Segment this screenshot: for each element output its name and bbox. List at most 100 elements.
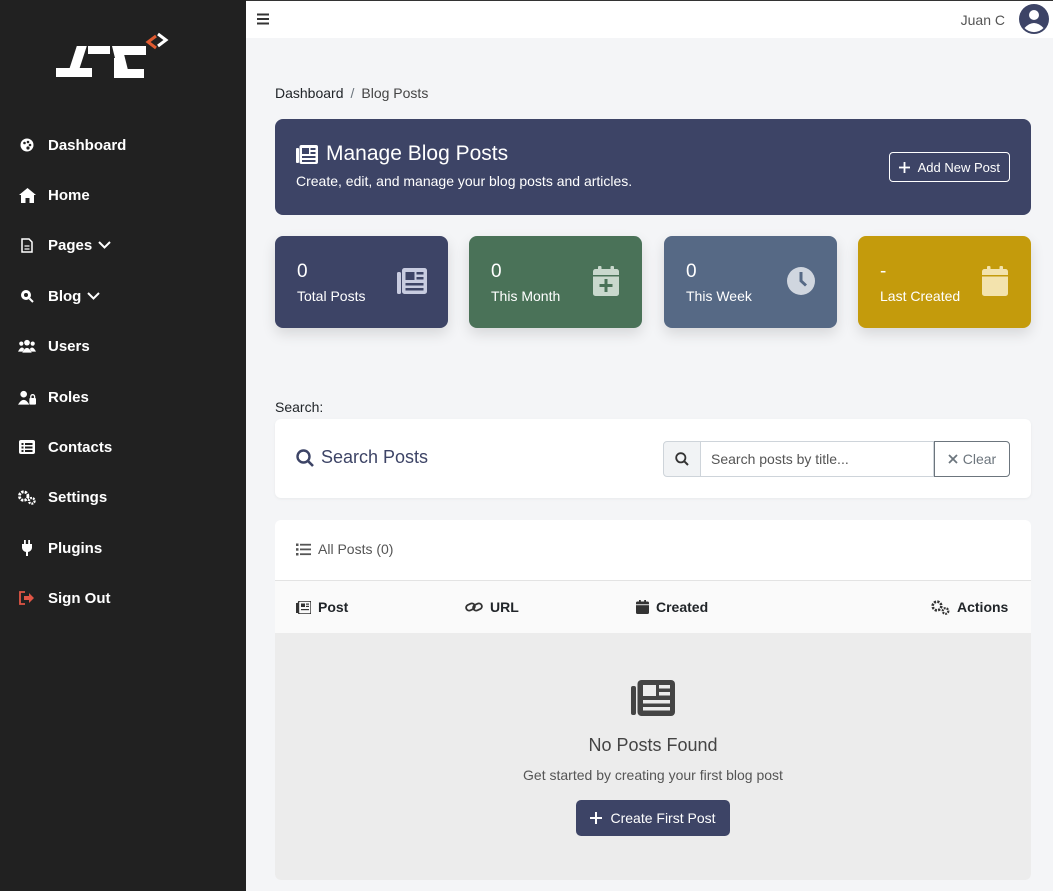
stat-value: 0	[491, 261, 502, 282]
column-header-created[interactable]: Created	[636, 599, 708, 615]
stat-label: Last Created	[880, 288, 961, 304]
sidebar-item-settings[interactable]: Settings	[0, 477, 246, 517]
search-input-group: Clear	[663, 441, 1010, 477]
sidebar: Dashboard Home Pages Blog Users Roles Co…	[0, 0, 246, 891]
posts-count-text: All Posts (0)	[318, 541, 394, 557]
user-avatar-icon[interactable]	[1019, 4, 1049, 34]
create-first-post-label: Create First Post	[610, 810, 716, 826]
search-title-text: Search Posts	[321, 447, 429, 467]
gears-icon	[18, 489, 36, 505]
column-header-label: Post	[318, 599, 349, 615]
column-header-post[interactable]: Post	[296, 599, 348, 615]
empty-state-subtitle: Get started by creating your first blog …	[523, 767, 783, 783]
sidebar-item-label: Contacts	[48, 438, 113, 456]
posts-card-header: All Posts (0)	[275, 520, 1031, 581]
sidebar-item-pages[interactable]: Pages	[0, 225, 246, 265]
users-icon	[18, 338, 36, 354]
newspaper-icon	[397, 268, 427, 294]
search-icon	[663, 441, 701, 477]
sidebar-item-dashboard[interactable]: Dashboard	[0, 125, 246, 165]
clear-search-button[interactable]: Clear	[934, 441, 1010, 477]
sidebar-item-label: Sign Out	[48, 589, 111, 607]
list-icon	[296, 543, 311, 555]
plus-icon	[898, 161, 910, 173]
page-header-card: Manage Blog Posts Create, edit, and mana…	[275, 119, 1031, 215]
column-header-label: Created	[656, 599, 709, 615]
sidebar-item-sign-out[interactable]: Sign Out	[0, 578, 246, 618]
posts-card: All Posts (0) Post URL Created Actions N…	[275, 520, 1031, 880]
search-input[interactable]	[701, 441, 934, 477]
stat-card-this-week: 0 This Week	[664, 236, 837, 328]
sign-out-icon	[18, 590, 36, 606]
sidebar-item-label: Dashboard	[48, 136, 127, 154]
clock-icon	[787, 267, 815, 295]
close-icon	[948, 454, 958, 464]
link-icon	[465, 602, 483, 612]
hamburger-menu-icon[interactable]	[256, 12, 270, 26]
sidebar-item-contacts[interactable]: Contacts	[0, 427, 246, 467]
sidebar-item-users[interactable]: Users	[0, 326, 246, 366]
logo	[56, 32, 169, 78]
page-title: Manage Blog Posts	[296, 142, 508, 166]
list-icon	[18, 439, 36, 455]
stat-value: 0	[297, 261, 308, 282]
stat-card-last-created: - Last Created	[858, 236, 1031, 328]
column-header-label: Actions	[957, 599, 1009, 615]
blog-icon	[18, 288, 36, 304]
sidebar-item-blog[interactable]: Blog	[0, 276, 246, 316]
column-header-url[interactable]: URL	[465, 599, 519, 615]
search-card: Search Posts Clear	[275, 419, 1031, 498]
create-first-post-button[interactable]: Create First Post	[576, 800, 730, 836]
stat-label: This Week	[686, 288, 752, 304]
sidebar-item-roles[interactable]: Roles	[0, 377, 246, 417]
posts-count-title: All Posts (0)	[296, 541, 393, 557]
sidebar-item-label: Users	[48, 337, 90, 355]
sidebar-item-label: Roles	[48, 388, 89, 406]
newspaper-icon	[296, 144, 318, 164]
sidebar-item-label: Home	[48, 186, 90, 204]
user-lock-icon	[18, 389, 36, 405]
file-icon	[18, 237, 36, 253]
stat-value: -	[880, 261, 887, 282]
newspaper-icon	[296, 600, 311, 614]
table-header: Post URL Created Actions	[275, 581, 1031, 633]
stat-label: Total Posts	[297, 288, 366, 304]
column-header-label: URL	[490, 599, 519, 615]
calendar-plus-icon	[593, 266, 619, 296]
top-bar: Juan C	[246, 0, 1053, 38]
breadcrumb-current: Blog Posts	[361, 85, 429, 101]
sidebar-item-plugins[interactable]: Plugins	[0, 528, 246, 568]
plug-icon	[18, 540, 36, 556]
stat-card-total-posts: 0 Total Posts	[275, 236, 448, 328]
chevron-down-icon	[98, 241, 111, 249]
plus-icon	[590, 812, 603, 824]
breadcrumb: Dashboard / Blog Posts	[275, 85, 428, 101]
chevron-down-icon	[87, 292, 101, 300]
sidebar-item-label: Blog	[48, 287, 82, 305]
sidebar-item-label: Settings	[48, 488, 108, 506]
breadcrumb-separator: /	[350, 85, 355, 101]
breadcrumb-dashboard-link[interactable]: Dashboard	[275, 85, 344, 101]
user-name[interactable]: Juan C	[961, 12, 1005, 28]
sidebar-item-home[interactable]: Home	[0, 175, 246, 215]
empty-state: No Posts Found Get started by creating y…	[275, 633, 1031, 880]
calendar-icon	[636, 600, 649, 614]
sidebar-item-label: Pages	[48, 236, 93, 254]
add-new-post-button[interactable]: Add New Post	[888, 152, 1010, 182]
palette-icon	[18, 137, 36, 153]
search-icon	[296, 448, 314, 467]
page-subtitle: Create, edit, and manage your blog posts…	[296, 173, 633, 189]
gears-icon	[931, 599, 950, 615]
stat-value: 0	[686, 261, 697, 282]
newspaper-icon	[631, 680, 675, 716]
column-header-actions: Actions	[931, 599, 1008, 615]
home-icon	[18, 187, 36, 203]
stat-card-this-month: 0 This Month	[469, 236, 642, 328]
search-label: Search:	[275, 399, 324, 415]
stat-label: This Month	[491, 288, 561, 304]
empty-state-title: No Posts Found	[588, 735, 718, 755]
add-new-post-label: Add New Post	[917, 159, 1000, 175]
sidebar-item-label: Plugins	[48, 539, 103, 557]
search-title: Search Posts	[296, 447, 428, 468]
clear-search-label: Clear	[962, 451, 997, 467]
